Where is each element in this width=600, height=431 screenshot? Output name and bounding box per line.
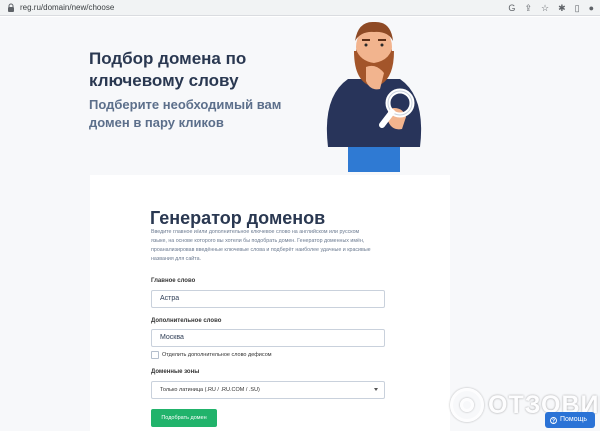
generator-title: Генератор доменов: [150, 208, 326, 228]
extra-word-label: Дополнительное слово: [151, 318, 222, 324]
domain-zones-select[interactable]: Только латиница (.RU / .RU.COM / .SU): [151, 381, 385, 399]
help-button[interactable]: Помощь: [545, 412, 595, 428]
browser-address-bar: reg.ru/domain/new/choose G ⇪ ☆ ✱ ▯ ●: [0, 0, 600, 16]
hyphen-checkbox[interactable]: [151, 351, 159, 359]
hero-title: Подбор домена по ключевому слову: [89, 49, 247, 90]
hero-subtitle: Подберите необходимый вам домен в пару к…: [89, 97, 282, 130]
bearded-man-illustration: [326, 21, 422, 172]
domain-zones-label: Доменные зоны: [151, 369, 200, 375]
extensions-icon[interactable]: ✱: [558, 2, 566, 14]
generator-description: Введите главное и/или дополнительное клю…: [151, 229, 371, 262]
find-domain-button[interactable]: Подобрать домен: [151, 409, 217, 427]
lock-icon[interactable]: [7, 3, 15, 13]
star-icon[interactable]: ☆: [541, 2, 549, 14]
domain-zones-value: Только латиница (.RU / .RU.COM / .SU): [160, 387, 260, 393]
chevron-down-icon: [374, 388, 378, 391]
share-icon[interactable]: ⇪: [524, 2, 532, 14]
main-word-label: Главное слово: [151, 278, 196, 284]
reading-list-icon[interactable]: ▯: [575, 2, 580, 14]
otzovik-logo-icon: [450, 388, 484, 422]
question-icon: [550, 416, 557, 424]
hyphen-checkbox-label[interactable]: Отделить дополнительное слово дефисом: [162, 351, 272, 359]
main-word-input[interactable]: Астра: [151, 290, 385, 308]
help-label: Помощь: [560, 416, 588, 423]
extra-word-input[interactable]: Москва: [151, 329, 385, 347]
profile-icon[interactable]: ●: [589, 2, 594, 14]
google-icon[interactable]: G: [508, 2, 515, 14]
url-text[interactable]: reg.ru/domain/new/choose: [20, 2, 114, 14]
